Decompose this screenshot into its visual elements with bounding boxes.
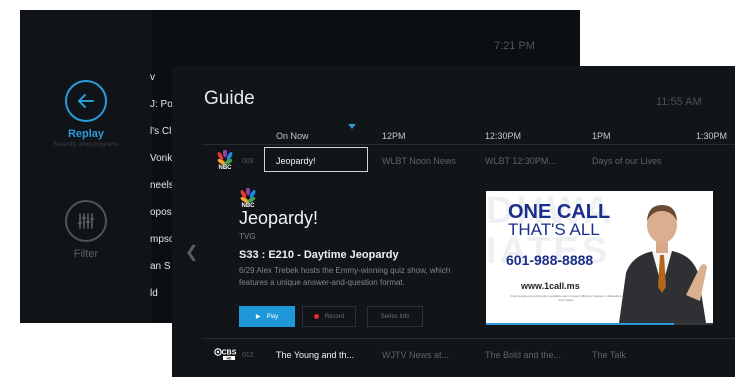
replay-row[interactable]: opos — [150, 207, 172, 218]
nbc-logo-icon: NBC — [216, 148, 234, 175]
ad-fine-print: Free background information available up… — [510, 294, 622, 302]
timeline-label: 1PM — [592, 131, 611, 141]
program-cell[interactable]: The Talk — [592, 350, 722, 360]
ad-phone: 601-988-8888 — [506, 252, 594, 268]
playback-progress-fill — [486, 323, 675, 325]
svg-text:HD: HD — [226, 356, 232, 360]
rating-label: TVG — [239, 232, 256, 241]
program-cell[interactable]: WLBT Noon News — [382, 156, 480, 166]
series-info-label: Series Info — [380, 313, 410, 320]
timeline-divider — [202, 144, 735, 145]
program-title: Jeopardy! — [239, 208, 319, 228]
chevron-left-icon[interactable]: ❮ — [185, 242, 198, 262]
ad-headline: ONE CALL — [508, 201, 611, 223]
replay-row[interactable]: J: Po — [150, 99, 173, 110]
video-preview[interactable]: DHWA IATES ONE CALL THAT'S ALL 601-988-88… — [486, 191, 713, 323]
replay-row[interactable]: l's Cl — [150, 126, 171, 137]
episode-title: S33 : E210 - Daytime Jeopardy — [239, 249, 399, 261]
program-cell[interactable]: The Young and th... — [276, 350, 368, 360]
replay-row[interactable]: an S — [150, 261, 171, 272]
program-cell[interactable]: The Bold and the... — [485, 350, 583, 360]
program-cell[interactable]: WLBT 12:30PM... — [485, 156, 583, 166]
row-divider — [202, 338, 735, 339]
replay-row[interactable]: mpso — [150, 234, 174, 245]
replay-sublabel: Recently aired programs — [53, 142, 119, 148]
timeline-label: 1:30PM — [696, 131, 728, 141]
back-clock: 7:21 PM — [494, 40, 535, 52]
playback-progress — [486, 323, 713, 325]
timeline-label: On Now — [276, 131, 309, 141]
guide-screen: Guide 11:55 AM On Now 12PM 12:30PM 1PM 1… — [172, 66, 735, 377]
ad-subheadline: THAT'S ALL — [508, 220, 600, 239]
record-icon — [313, 314, 319, 319]
replay-row[interactable]: v — [150, 72, 155, 83]
svg-text:NBC: NBC — [219, 165, 233, 170]
channel-number: 012 — [242, 352, 254, 359]
back-arrow-icon — [65, 80, 107, 122]
play-button[interactable]: ▶ Play — [239, 306, 295, 327]
program-cell[interactable]: Days of our Lives — [592, 156, 722, 166]
cbs-logo-icon: CBS HD — [214, 347, 238, 366]
replay-row[interactable]: neels — [150, 180, 174, 191]
filter-icon — [65, 200, 107, 242]
filter-button[interactable]: Filter — [20, 200, 152, 260]
play-label: Play — [266, 313, 279, 320]
series-info-button[interactable]: Series Info — [367, 306, 423, 327]
clock: 11:55 AM — [656, 96, 702, 108]
replay-row[interactable]: ld — [150, 288, 158, 299]
record-button[interactable]: Record — [302, 306, 356, 327]
timeline-label: 12PM — [382, 131, 406, 141]
replay-button[interactable]: Replay Recently aired programs — [20, 80, 152, 148]
replay-sidebar: Replay Recently aired programs Filter — [20, 10, 152, 323]
presenter-image — [619, 205, 707, 323]
ad-url: www.1call.ms — [521, 281, 580, 291]
play-icon: ▶ — [255, 314, 261, 320]
program-cell[interactable]: WJTV News at... — [382, 350, 480, 360]
replay-label: Replay — [67, 128, 105, 140]
page-title: Guide — [204, 88, 255, 109]
program-cell[interactable]: Jeopardy! — [276, 156, 366, 166]
filter-label: Filter — [73, 248, 99, 260]
timeline-label: 12:30PM — [485, 131, 522, 141]
now-marker-icon — [348, 124, 356, 129]
channel-number: 003 — [242, 158, 254, 165]
record-label: Record — [324, 313, 345, 320]
program-description: 6/29 Alex Trebek hosts the Emmy-winning … — [239, 266, 451, 287]
